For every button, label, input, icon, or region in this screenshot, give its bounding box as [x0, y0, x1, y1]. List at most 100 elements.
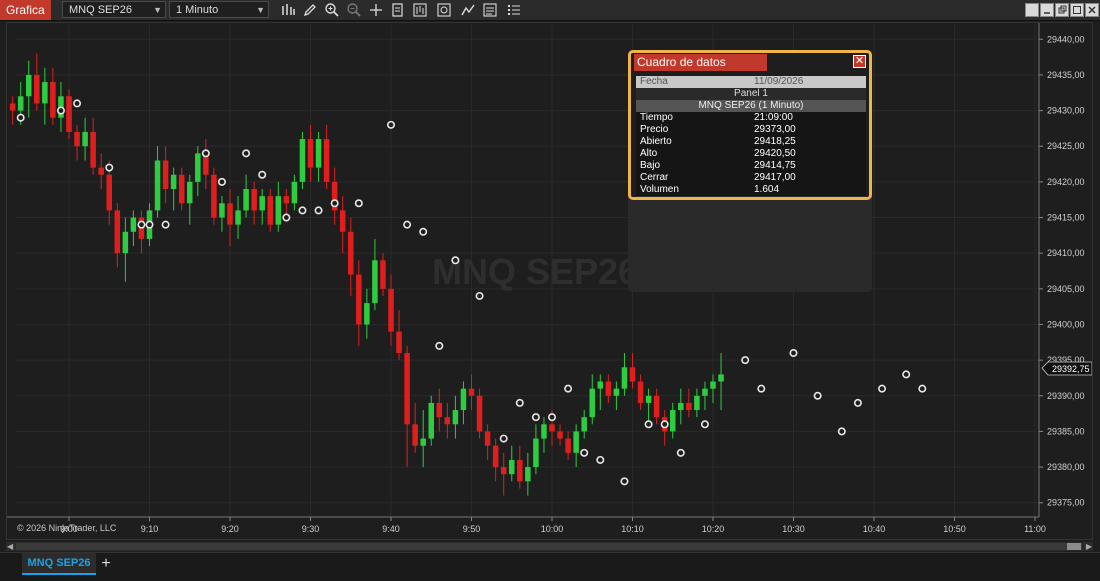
- candle-body: [621, 367, 628, 389]
- candle-body: [323, 139, 330, 182]
- candle-body: [613, 388, 620, 396]
- y-tick-label: 29385,00: [1047, 426, 1085, 436]
- x-tick-label: 10:40: [863, 524, 886, 534]
- y-tick-label: 29425,00: [1047, 141, 1085, 151]
- horizontal-scrollbar[interactable]: ◀ ▶: [6, 542, 1093, 551]
- candle-body: [130, 217, 137, 232]
- window-minimize-button[interactable]: [1040, 3, 1054, 17]
- trade-marker: [419, 227, 428, 236]
- list-icon[interactable]: [506, 2, 522, 18]
- window-maximize-button[interactable]: [1070, 3, 1084, 17]
- strategies-icon[interactable]: [436, 2, 452, 18]
- y-tick-label: 29430,00: [1047, 106, 1085, 116]
- window-tile-button[interactable]: [1025, 3, 1039, 17]
- trade-marker: [660, 420, 669, 429]
- candle-body: [460, 388, 467, 411]
- trade-marker: [258, 170, 267, 179]
- candle-body: [500, 467, 507, 475]
- add-tab-button[interactable]: +: [98, 555, 114, 573]
- pencil-icon[interactable]: [302, 2, 318, 18]
- scroll-right-icon[interactable]: ▶: [1086, 542, 1092, 551]
- candle-body: [98, 167, 104, 175]
- interval-selector[interactable]: 1 Minuto ▼: [169, 1, 269, 18]
- trade-marker: [700, 420, 709, 429]
- trade-marker: [161, 220, 170, 229]
- trade-marker: [789, 348, 798, 357]
- candle-body: [356, 274, 362, 325]
- properties-icon[interactable]: [390, 2, 406, 18]
- candle-body: [718, 374, 724, 382]
- trade-marker: [201, 149, 210, 158]
- tab-bar: MNQ SEP26 +: [0, 552, 1100, 581]
- instrument-label: MNQ SEP26: [69, 4, 132, 16]
- trade-marker: [531, 413, 540, 422]
- candle-body: [404, 353, 410, 425]
- window-close-button[interactable]: [1085, 3, 1099, 17]
- y-tick-label: 29405,00: [1047, 284, 1085, 294]
- candle-body: [235, 210, 241, 225]
- candle-body: [154, 160, 161, 211]
- app-title: Grafica: [0, 0, 51, 20]
- candle-body: [653, 395, 660, 418]
- crosshair-icon[interactable]: [368, 2, 384, 18]
- trade-marker: [757, 384, 766, 393]
- data-box-close-button[interactable]: ✕: [853, 55, 866, 68]
- y-tick-label: 29380,00: [1047, 462, 1085, 472]
- zoom-out-icon[interactable]: [346, 2, 362, 18]
- indicators-icon[interactable]: [412, 2, 428, 18]
- trade-marker: [596, 455, 605, 464]
- data-box-window[interactable]: Cuadro de datos ✕ Fecha 11/09/2026 Panel…: [628, 50, 872, 292]
- candle-body: [219, 203, 225, 218]
- trade-marker: [499, 434, 508, 443]
- candle-body: [492, 445, 499, 468]
- scroll-grip[interactable]: [1067, 543, 1081, 550]
- chevron-down-icon[interactable]: ▼: [153, 2, 162, 19]
- trade-marker: [217, 177, 226, 186]
- candle-body: [509, 459, 515, 475]
- y-tick-label: 29440,00: [1047, 34, 1085, 44]
- candle-body: [412, 424, 418, 446]
- candle-body: [525, 467, 531, 482]
- candle-body: [468, 388, 475, 396]
- trade-marker: [515, 398, 524, 407]
- y-tick-label: 29435,00: [1047, 70, 1085, 80]
- candle-body: [589, 388, 595, 418]
- candle-body: [380, 260, 386, 289]
- tab-mnq-sep26[interactable]: MNQ SEP26: [22, 553, 96, 575]
- bar-style-icon[interactable]: [280, 2, 296, 18]
- scroll-left-icon[interactable]: ◀: [7, 542, 13, 551]
- instrument-selector[interactable]: MNQ SEP26 ▼: [62, 1, 166, 18]
- data-row: Volumen 1.604: [636, 184, 866, 197]
- trade-marker: [475, 291, 484, 300]
- trade-marker: [16, 113, 25, 122]
- y-tick-label: 29390,00: [1047, 391, 1085, 401]
- candle-body: [275, 196, 282, 225]
- candle-body: [26, 74, 32, 97]
- trade-marker: [386, 120, 395, 129]
- candle-body: [348, 231, 354, 275]
- candle-body: [42, 82, 48, 104]
- chevron-down-icon[interactable]: ▼: [256, 2, 265, 19]
- candle-body: [694, 395, 700, 411]
- window-restore-button[interactable]: [1055, 3, 1069, 17]
- candle-body: [259, 196, 265, 211]
- trade-marker: [676, 448, 685, 457]
- drawing-tools-icon[interactable]: [460, 2, 476, 18]
- candle-body: [484, 431, 491, 446]
- chart-panel[interactable]: MNQ SEP26 29440,00 29435,00 29430,00 29425,…: [6, 22, 1093, 540]
- data-box-frame: Cuadro de datos ✕ Fecha 11/09/2026 Panel…: [628, 50, 872, 200]
- scroll-thumb[interactable]: [16, 543, 1082, 550]
- trade-marker: [73, 99, 82, 108]
- data-box-title: Cuadro de datos: [634, 54, 767, 71]
- candle-body: [541, 424, 547, 439]
- chart-toolbar: Grafica MNQ SEP26 ▼ 1 Minuto ▼: [0, 0, 1100, 21]
- candle-body: [66, 96, 72, 132]
- trade-marker: [813, 391, 822, 400]
- candle-body: [364, 303, 370, 325]
- price-chart[interactable]: MNQ SEP26 29440,00 29435,00 29430,00 29425,…: [7, 23, 1092, 539]
- x-tick-label: 10:30: [782, 524, 805, 534]
- zoom-in-icon[interactable]: [324, 2, 340, 18]
- interval-label: 1 Minuto: [176, 4, 219, 16]
- data-box-icon[interactable]: [482, 2, 498, 18]
- candle-body: [557, 431, 563, 439]
